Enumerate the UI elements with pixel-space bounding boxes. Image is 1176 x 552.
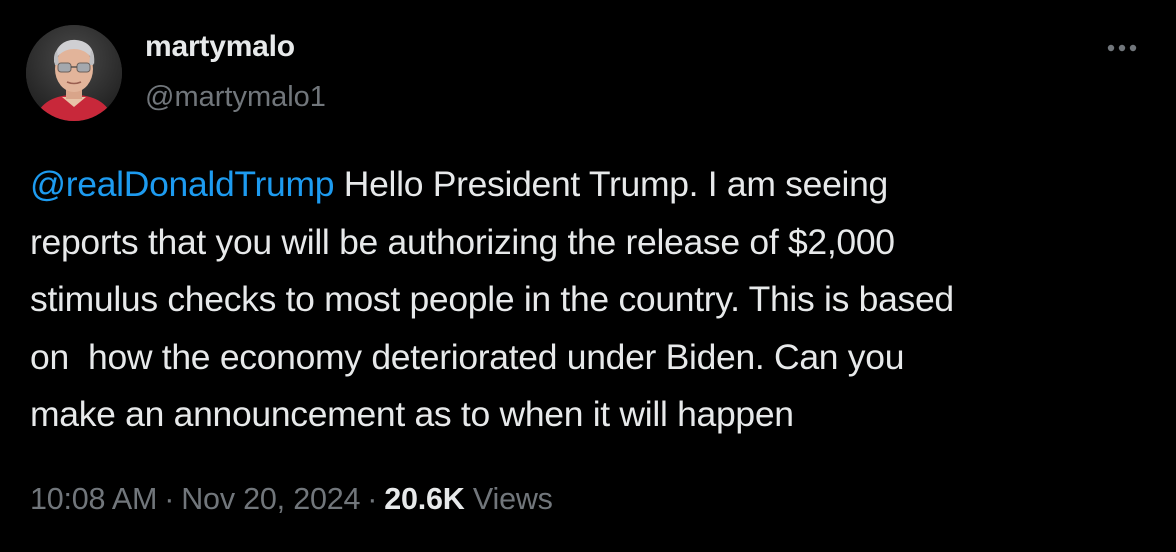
more-horizontal-icon [1107, 44, 1137, 52]
views-count[interactable]: 20.6K [384, 482, 465, 516]
tweet-line-2: reports that you will be authorizing the… [30, 221, 895, 262]
tweet-line-text: Hello President Trump. I am seeing [334, 164, 889, 204]
user-avatar-photo-icon [26, 25, 122, 121]
meta-separator: · [367, 482, 378, 516]
author-avatar[interactable] [26, 25, 122, 121]
tweet-line-1: @realDonaldTrump Hello President Trump. … [30, 156, 1156, 214]
tweet-time[interactable]: 10:08 AM [30, 482, 157, 516]
more-options-button[interactable] [1098, 30, 1146, 66]
tweet-meta: 10:08 AM · Nov 20, 2024 · 20.6K Views [30, 482, 553, 517]
tweet-card: martymalo @martymalo1 @realDonaldTrump H… [0, 0, 1176, 552]
tweet-date[interactable]: Nov 20, 2024 [181, 482, 360, 516]
mention-link[interactable]: @realDonaldTrump [30, 164, 334, 204]
tweet-text: @realDonaldTrump Hello President Trump. … [30, 156, 1156, 444]
author-handle[interactable]: @martymalo1 [145, 81, 326, 114]
author-display-name[interactable]: martymalo [145, 30, 295, 64]
tweet-line-5: make an announcement as to when it will … [30, 394, 794, 434]
tweet-line-4: on how the economy deteriorated under Bi… [30, 336, 905, 377]
tweet-line-3: stimulus checks to most people in the co… [30, 279, 954, 319]
views-label: Views [472, 482, 553, 516]
meta-separator: · [164, 482, 175, 516]
